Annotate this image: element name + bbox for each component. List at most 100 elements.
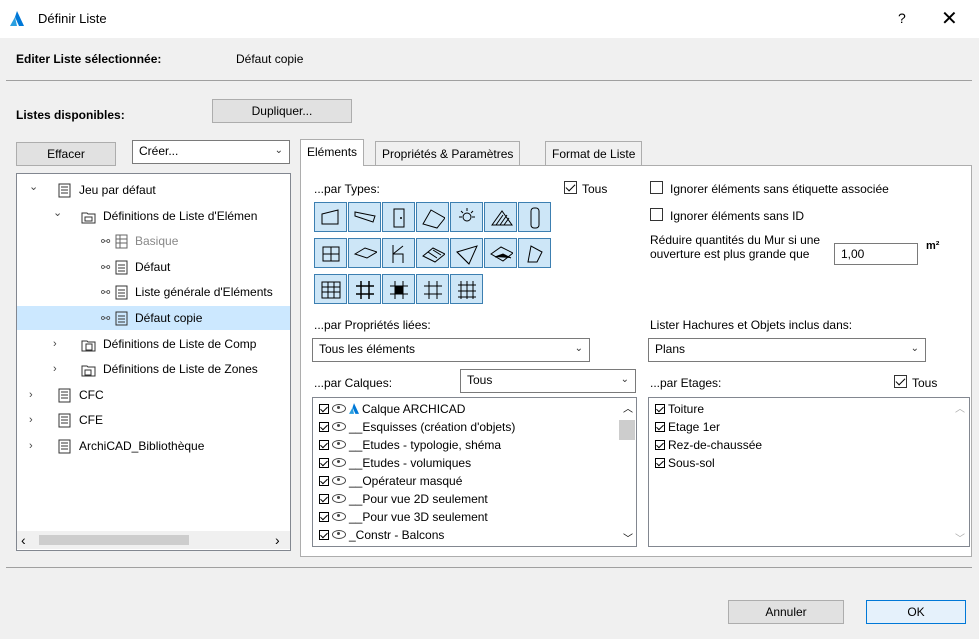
checkbox-icon[interactable] xyxy=(319,494,329,504)
checkbox-icon[interactable] xyxy=(319,458,329,468)
layer-item[interactable]: Calque ARCHICAD xyxy=(319,400,465,418)
element-type-button[interactable] xyxy=(518,238,551,268)
reduce-value-input[interactable]: 1,00 xyxy=(834,243,918,265)
element-type-button[interactable] xyxy=(484,238,517,268)
tree-item[interactable]: › Définitions de Liste de Comp xyxy=(17,332,290,356)
properties-combo[interactable]: Tous les éléments ⌄ xyxy=(312,338,590,362)
element-type-button[interactable] xyxy=(484,202,517,232)
checkbox-icon[interactable] xyxy=(319,404,329,414)
layer-item[interactable]: _Constr - Balcons xyxy=(319,526,444,544)
checkbox-icon[interactable] xyxy=(655,440,665,450)
scroll-up-icon[interactable]: ︿ xyxy=(623,400,633,415)
story-item[interactable]: Toiture xyxy=(655,400,704,418)
create-combo[interactable]: Créer... ⌄ xyxy=(132,140,290,164)
duplicate-button[interactable]: Dupliquer... xyxy=(212,99,352,123)
checkbox-icon[interactable] xyxy=(655,422,665,432)
chevron-right-icon[interactable]: › xyxy=(29,434,33,458)
cancel-button[interactable]: Annuler xyxy=(728,600,844,624)
layer-item[interactable]: __Etudes - typologie, shéma xyxy=(319,436,501,454)
list-tree[interactable]: ⌄ Jeu par défaut ⌄ Définitions de Liste d'E… xyxy=(16,173,291,551)
element-type-button[interactable] xyxy=(314,202,347,232)
tab-properties[interactable]: Propriétés & Paramètres xyxy=(375,141,521,165)
eye-icon[interactable] xyxy=(332,476,346,485)
story-item[interactable]: Etage 1er xyxy=(655,418,720,436)
checkbox-icon[interactable] xyxy=(319,530,329,540)
element-type-button[interactable] xyxy=(382,202,415,232)
checkbox-icon[interactable] xyxy=(655,404,665,414)
scroll-down-icon[interactable]: ﹀ xyxy=(623,530,633,545)
layers-scrollbar[interactable]: ︿ ﹀ xyxy=(618,398,636,546)
layer-item[interactable]: __Etudes - volumiques xyxy=(319,454,471,472)
element-type-button[interactable] xyxy=(450,274,483,304)
tree-item[interactable]: ⚯ Basique xyxy=(17,229,290,253)
story-item[interactable]: Rez-de-chaussée xyxy=(655,436,762,454)
checkbox-icon[interactable] xyxy=(655,458,665,468)
scroll-right-icon[interactable]: › xyxy=(275,532,280,548)
chevron-right-icon[interactable]: › xyxy=(29,408,33,432)
close-button[interactable]: ✕ xyxy=(941,6,958,31)
eye-icon[interactable] xyxy=(332,494,346,503)
element-type-button[interactable] xyxy=(450,202,483,232)
layer-item[interactable]: __Esquisses (création d'objets) xyxy=(319,418,515,436)
ignore-no-id-checkbox[interactable] xyxy=(650,208,663,221)
layers-list[interactable]: ︿ ﹀ Calque ARCHICAD __Esquisses (création… xyxy=(312,397,637,547)
stories-list[interactable]: ︿ ﹀ Toiture Etage 1er Rez-de-chaussée Sous-… xyxy=(648,397,970,547)
chevron-right-icon[interactable]: › xyxy=(53,357,57,381)
all-stories-checkbox[interactable] xyxy=(894,375,907,388)
checkbox-icon[interactable] xyxy=(319,422,329,432)
tree-item[interactable]: › ArchiCAD_Bibliothèque xyxy=(17,434,290,458)
eye-icon[interactable] xyxy=(332,422,346,431)
story-item[interactable]: Sous-sol xyxy=(655,454,715,472)
element-type-button[interactable] xyxy=(348,202,381,232)
eye-icon[interactable] xyxy=(332,512,346,521)
element-type-button[interactable] xyxy=(518,202,551,232)
checkbox-icon[interactable] xyxy=(319,476,329,486)
scroll-thumb[interactable] xyxy=(39,535,189,545)
chevron-right-icon[interactable]: › xyxy=(53,332,57,356)
all-types-checkbox[interactable] xyxy=(564,181,577,194)
tree-hscrollbar[interactable]: ‹ › xyxy=(17,531,290,549)
clear-button[interactable]: Effacer xyxy=(16,142,116,166)
checkbox-icon[interactable] xyxy=(319,440,329,450)
tree-item[interactable]: ⚯ Défaut copie xyxy=(17,306,290,330)
hatch-combo[interactable]: Plans ⌄ xyxy=(648,338,926,362)
chevron-down-icon[interactable]: ⌄ xyxy=(29,175,38,199)
tree-item[interactable]: ⌄ Jeu par défaut xyxy=(17,175,290,202)
scroll-thumb[interactable] xyxy=(619,420,635,440)
element-type-button[interactable] xyxy=(416,202,449,232)
ok-button[interactable]: OK xyxy=(866,600,966,624)
ignore-no-label-checkbox[interactable] xyxy=(650,181,663,194)
layers-combo[interactable]: Tous ⌄ xyxy=(460,369,636,393)
tree-item[interactable]: ⌄ Définitions de Liste d'Elémen xyxy=(17,201,290,228)
element-type-button[interactable] xyxy=(348,274,381,304)
tab-list-format[interactable]: Format de Liste xyxy=(545,141,643,165)
tree-item[interactable]: ⚯ Défaut xyxy=(17,255,290,279)
element-type-button[interactable] xyxy=(416,274,449,304)
eye-icon[interactable] xyxy=(332,404,346,413)
checkbox-icon[interactable] xyxy=(319,512,329,522)
tree-item[interactable]: › CFE xyxy=(17,408,290,432)
element-type-button[interactable] xyxy=(314,238,347,268)
tab-elements[interactable]: Eléments xyxy=(300,139,365,166)
scroll-down-icon[interactable]: ﹀ xyxy=(955,530,965,545)
eye-icon[interactable] xyxy=(332,440,346,449)
element-type-button[interactable] xyxy=(382,238,415,268)
element-type-button[interactable] xyxy=(416,238,449,268)
layer-item[interactable]: __Opérateur masqué xyxy=(319,472,462,490)
element-type-button[interactable] xyxy=(382,274,415,304)
help-button[interactable]: ? xyxy=(898,10,906,26)
element-type-button[interactable] xyxy=(314,274,347,304)
layer-item[interactable]: __Pour vue 3D seulement xyxy=(319,508,488,526)
eye-icon[interactable] xyxy=(332,458,346,467)
chevron-right-icon[interactable]: › xyxy=(29,383,33,407)
element-type-button[interactable] xyxy=(348,238,381,268)
layer-item[interactable]: __Pour vue 2D seulement xyxy=(319,490,488,508)
tree-item[interactable]: ⚯ Liste générale d'Eléments xyxy=(17,280,290,304)
eye-icon[interactable] xyxy=(332,530,346,539)
scroll-up-icon[interactable]: ︿ xyxy=(955,400,965,415)
chevron-down-icon[interactable]: ⌄ xyxy=(53,201,62,225)
scroll-left-icon[interactable]: ‹ xyxy=(21,532,26,548)
element-type-button[interactable] xyxy=(450,238,483,268)
tree-item[interactable]: › Définitions de Liste de Zones xyxy=(17,357,290,381)
tree-item[interactable]: › CFC xyxy=(17,383,290,407)
